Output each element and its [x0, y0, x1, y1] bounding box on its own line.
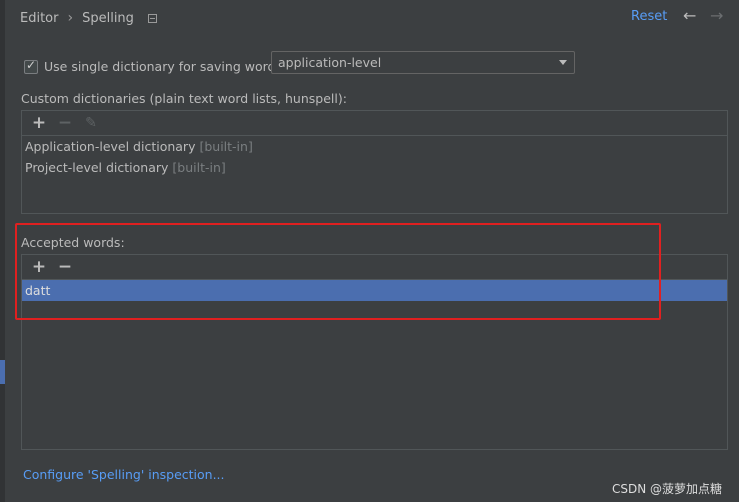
- breadcrumb-editor[interactable]: Editor: [20, 11, 58, 26]
- dictionary-name: Application-level dictionary: [25, 139, 196, 154]
- reset-link[interactable]: Reset: [631, 9, 667, 24]
- remove-icon[interactable]: −: [55, 113, 75, 133]
- dictionary-name: Project-level dictionary: [25, 160, 169, 175]
- back-arrow-icon[interactable]: ←: [683, 6, 696, 25]
- builtin-suffix: [built-in]: [199, 139, 253, 154]
- breadcrumb-separator: ›: [67, 10, 74, 26]
- list-item[interactable]: Application-level dictionary [built-in]: [22, 136, 727, 157]
- left-sidebar-strip: [0, 0, 5, 502]
- breadcrumb: Editor › Spelling: [20, 9, 157, 27]
- single-dictionary-row: Use single dictionary for saving words:: [24, 58, 287, 74]
- list-item[interactable]: Project-level dictionary [built-in]: [22, 157, 727, 178]
- sidebar-selection-marker: [0, 360, 5, 384]
- custom-dictionaries-toolbar: + − ✎: [22, 111, 727, 136]
- custom-dictionaries-label: Custom dictionaries (plain text word lis…: [21, 91, 347, 106]
- dictionary-level-value: application-level: [278, 55, 382, 70]
- forward-arrow-icon[interactable]: →: [710, 6, 723, 25]
- single-dictionary-label: Use single dictionary for saving words:: [44, 59, 287, 74]
- breadcrumb-spelling: Spelling: [82, 10, 134, 26]
- single-dictionary-checkbox[interactable]: [24, 58, 38, 74]
- custom-dictionaries-panel: + − ✎ Application-level dictionary [buil…: [21, 110, 728, 214]
- add-icon[interactable]: +: [29, 113, 49, 133]
- edit-icon[interactable]: ✎: [81, 113, 101, 133]
- collapse-icon[interactable]: [147, 13, 157, 23]
- builtin-suffix: [built-in]: [172, 160, 226, 175]
- highlight-box: [15, 223, 661, 320]
- dictionary-level-dropdown[interactable]: application-level: [271, 51, 575, 74]
- watermark: CSDN @菠萝加点糖: [612, 482, 723, 496]
- configure-inspection-link[interactable]: Configure 'Spelling' inspection...: [23, 467, 225, 482]
- chevron-down-icon: [559, 60, 567, 65]
